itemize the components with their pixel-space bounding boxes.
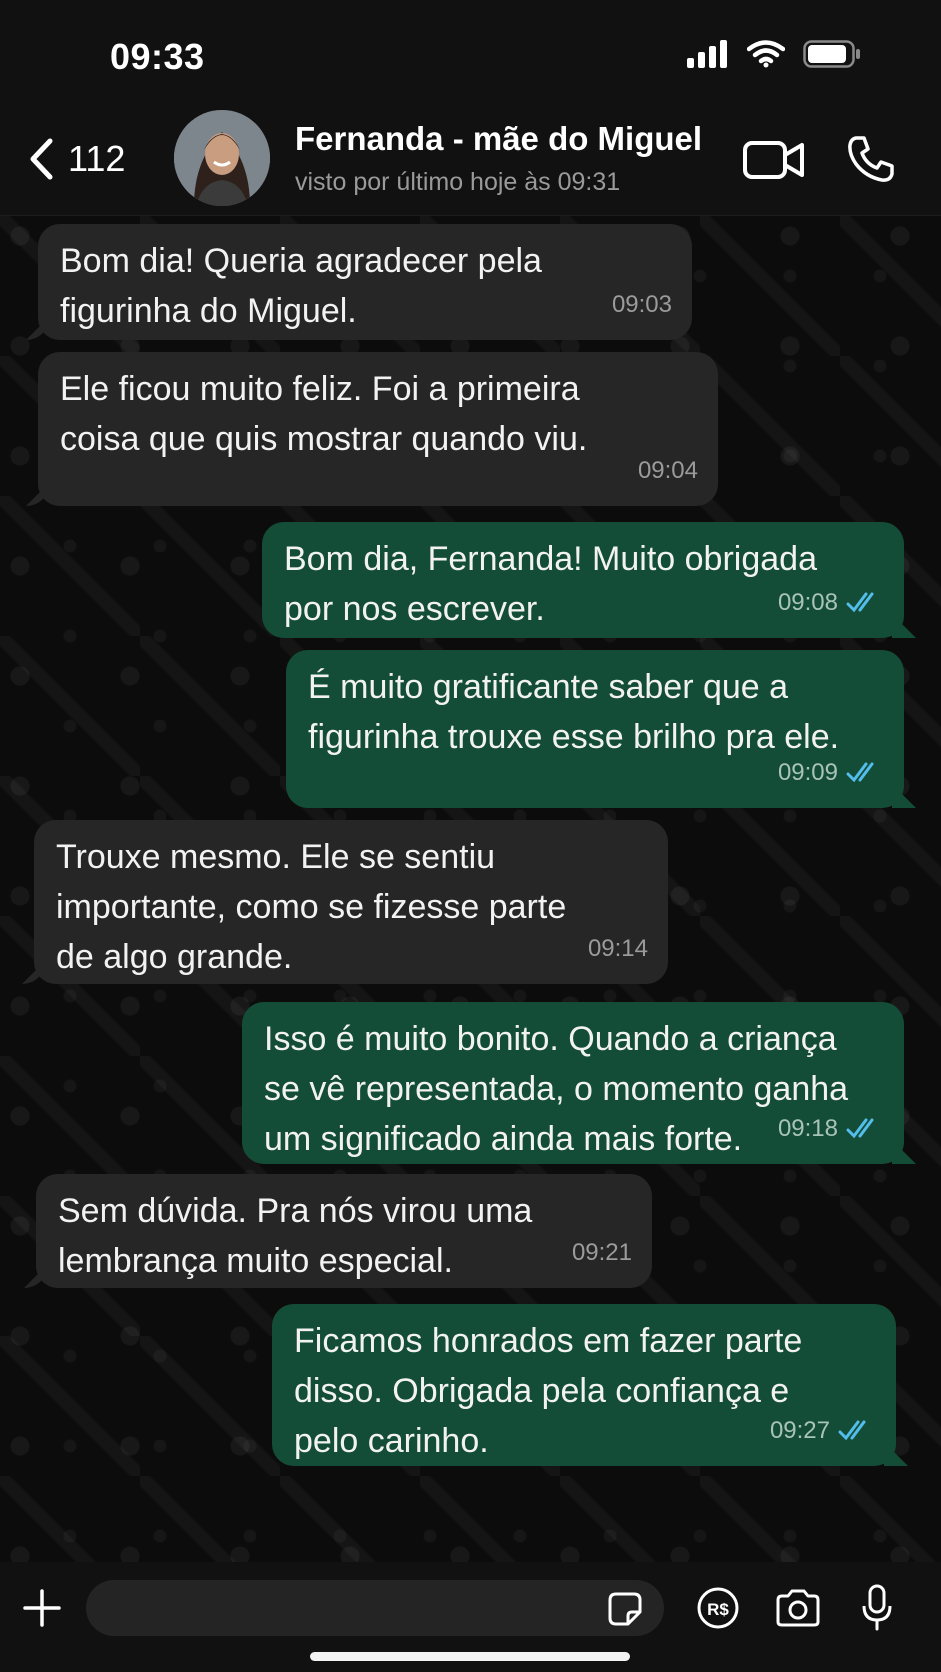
unread-count: 112 [68,138,126,179]
message-meta: 09:09 [778,748,884,798]
microphone-icon [862,1584,892,1631]
message-incoming[interactable]: Trouxe mesmo. Ele se sentiu importante, … [34,820,668,984]
message-meta: 09:27 [770,1406,876,1456]
message-text: Trouxe mesmo. Ele se sentiu importante, … [56,838,567,976]
message-time: 09:18 [777,1115,838,1142]
chat-screen: 09:33 112 Fernanda - mãe do Miguel visto… [0,0,941,1672]
message-text: Ele ficou muito feliz. Foi a primeira co… [60,370,588,458]
double-check-icon [846,1118,874,1139]
message-time: 09:14 [587,935,648,962]
message-text: Sem dúvida. Pra nós virou uma lembrança … [58,1192,533,1280]
sticker-button[interactable] [606,1590,644,1633]
payment-button[interactable]: R$ [696,1586,740,1635]
message-input[interactable] [86,1580,664,1636]
payment-icon: R$ [697,1587,739,1629]
back-button[interactable]: 112 [28,138,125,180]
contact-last-seen: visto por último hoje às 09:31 [295,168,621,196]
wifi-icon [747,40,785,68]
voice-message-button[interactable] [860,1584,894,1637]
plus-icon [23,1589,61,1627]
message-outgoing[interactable]: Bom dia, Fernanda! Muito obrigada por no… [262,522,904,638]
voice-call-button[interactable] [846,134,896,189]
status-bar: 09:33 [0,0,941,110]
message-meta: 09:18 [778,1104,884,1154]
message-time: 09:08 [777,589,838,616]
status-icons [687,40,861,68]
phone-icon [848,136,894,182]
message-text: Bom dia! Queria agradecer pela figurinha… [60,242,542,330]
message-time: 09:04 [637,457,698,484]
camera-button[interactable] [774,1588,822,1633]
contact-info[interactable]: Fernanda - mãe do Miguel visto por últim… [295,120,702,197]
battery-icon [803,40,860,68]
message-time: 09:27 [769,1417,830,1444]
message-list[interactable]: Bom dia! Queria agradecer pela figurinha… [0,216,941,1562]
camera-icon [776,1589,820,1627]
double-check-icon [838,1420,866,1441]
status-time: 09:33 [110,36,205,77]
message-incoming[interactable]: Sem dúvida. Pra nós virou uma lembrança … [36,1174,652,1288]
message-time: 09:03 [611,291,672,318]
composer-bar: R$ [0,1562,941,1672]
message-meta: 09:14 [588,924,648,974]
home-indicator [310,1652,630,1661]
message-meta: 09:04 [638,446,698,496]
chat-header: 112 Fernanda - mãe do Miguel visto por ú… [0,110,941,216]
double-check-icon [846,762,874,783]
message-outgoing[interactable]: É muito gratificante saber que a figurin… [286,650,904,808]
message-incoming[interactable]: Bom dia! Queria agradecer pela figurinha… [38,224,692,340]
double-check-icon [846,592,874,613]
message-time: 09:09 [777,759,838,786]
payment-label: R$ [707,1600,729,1619]
avatar[interactable] [174,110,270,206]
sticker-icon [608,1592,642,1626]
message-outgoing[interactable]: Isso é muito bonito. Quando a criança se… [242,1002,904,1164]
contact-name: Fernanda - mãe do Miguel [295,120,703,157]
signal-icon [687,40,727,68]
video-call-icon [743,141,804,179]
avatar-photo [174,110,270,206]
attach-button[interactable] [22,1588,62,1633]
back-chevron-icon [30,138,53,180]
video-call-button[interactable] [742,138,806,187]
message-incoming[interactable]: Ele ficou muito feliz. Foi a primeira co… [38,352,718,506]
message-meta: 09:08 [778,578,884,628]
message-time: 09:21 [571,1239,632,1266]
message-text: É muito gratificante saber que a figurin… [308,668,840,756]
message-meta: 09:03 [612,280,672,330]
message-meta: 09:21 [572,1228,632,1278]
message-outgoing[interactable]: Ficamos honrados em fazer parte disso. O… [272,1304,896,1466]
